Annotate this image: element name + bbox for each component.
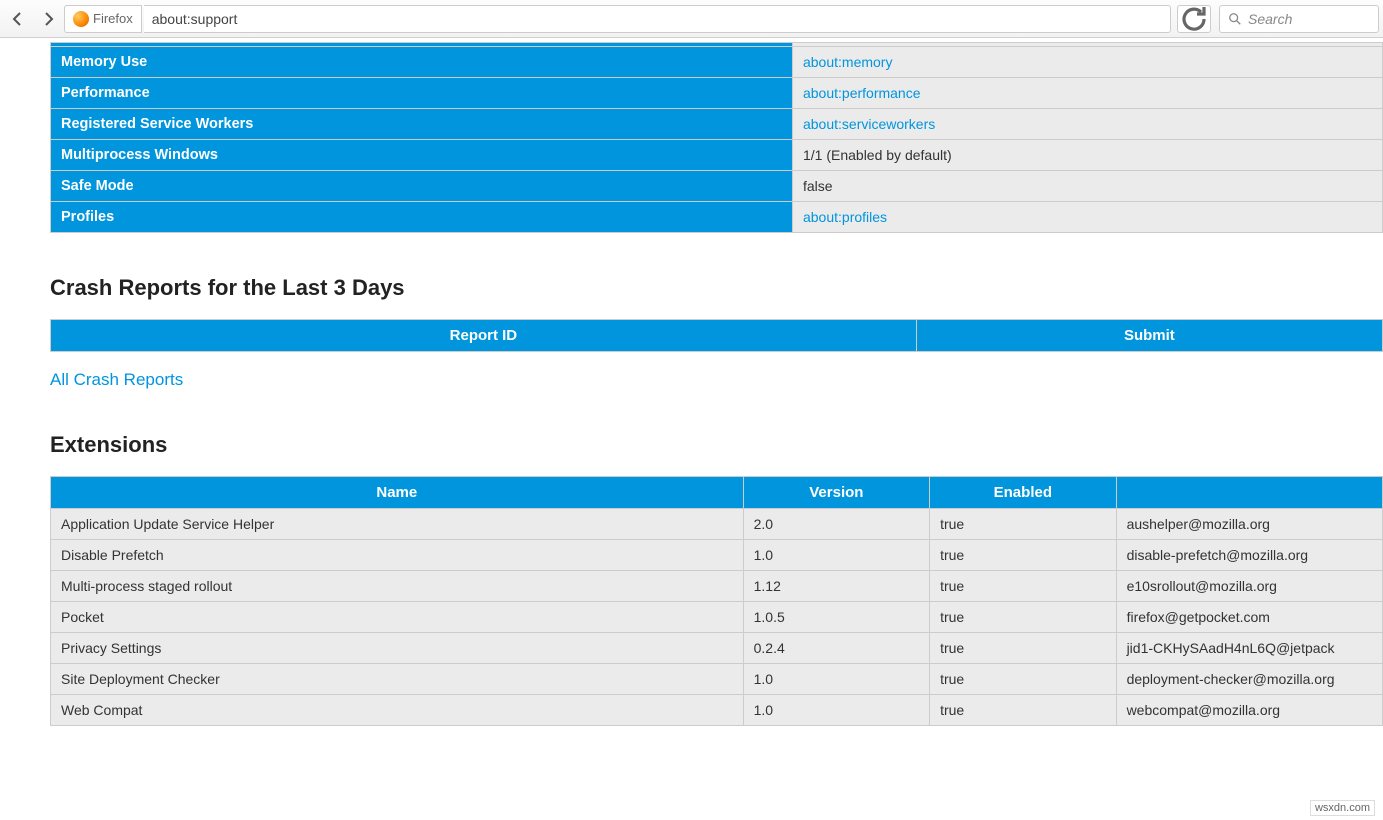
app-basics-label: Performance	[51, 78, 793, 109]
ext-cell-enabled: true	[930, 509, 1116, 540]
app-basics-label: Multiprocess Windows	[51, 140, 793, 171]
app-basics-row: Performance about:performance	[51, 78, 1383, 109]
ext-cell-enabled: true	[930, 571, 1116, 602]
crash-reports-table: Report ID Submit	[50, 319, 1383, 352]
app-basics-row: Registered Service Workers about:servicew…	[51, 109, 1383, 140]
ext-cell-name: Pocket	[51, 602, 744, 633]
app-basics-link[interactable]: about:performance	[803, 85, 921, 101]
application-basics-table: Memory Use about:memory Performance about:p…	[50, 42, 1383, 233]
ext-cell-id: deployment-checker@mozilla.org	[1116, 664, 1382, 695]
app-basics-label: Memory Use	[51, 47, 793, 78]
ext-col-enabled: Enabled	[930, 477, 1116, 509]
app-basics-row: Multiprocess Windows1/1 (Enabled by defa…	[51, 140, 1383, 171]
ext-cell-id: firefox@getpocket.com	[1116, 602, 1382, 633]
extensions-table: Name Version Enabled Application Update …	[50, 476, 1383, 726]
extension-row: Web Compat1.0truewebcompat@mozilla.org	[51, 695, 1383, 726]
app-basics-row: Memory Use about:memory	[51, 47, 1383, 78]
ext-cell-name: Disable Prefetch	[51, 540, 744, 571]
ext-cell-name: Web Compat	[51, 695, 744, 726]
forward-button[interactable]	[34, 5, 62, 33]
reload-button[interactable]	[1177, 5, 1211, 33]
ext-cell-enabled: true	[930, 540, 1116, 571]
ext-cell-id: aushelper@mozilla.org	[1116, 509, 1382, 540]
ext-cell-version: 1.12	[743, 571, 929, 602]
crash-col-submitted: Submit	[916, 320, 1382, 352]
ext-cell-version: 1.0.5	[743, 602, 929, 633]
url-bar[interactable]: about:support	[144, 5, 1171, 33]
app-basics-row: Profiles about:profiles	[51, 202, 1383, 233]
ext-cell-version: 0.2.4	[743, 633, 929, 664]
app-basics-label: Safe Mode	[51, 171, 793, 202]
app-basics-value: 1/1 (Enabled by default)	[792, 140, 1382, 171]
crash-col-report-id: Report ID	[51, 320, 917, 352]
app-basics-value: about:memory	[792, 47, 1382, 78]
ext-cell-id: webcompat@mozilla.org	[1116, 695, 1382, 726]
extension-row: Privacy Settings0.2.4truejid1-CKHySAadH4…	[51, 633, 1383, 664]
ext-cell-version: 2.0	[743, 509, 929, 540]
page-content: Memory Use about:memory Performance about:p…	[0, 42, 1383, 756]
url-text: about:support	[152, 11, 238, 27]
ext-cell-enabled: true	[930, 602, 1116, 633]
extensions-heading: Extensions	[50, 432, 1383, 458]
ext-col-name: Name	[51, 477, 744, 509]
ext-cell-version: 1.0	[743, 695, 929, 726]
ext-cell-id: disable-prefetch@mozilla.org	[1116, 540, 1382, 571]
extension-row: Pocket1.0.5truefirefox@getpocket.com	[51, 602, 1383, 633]
app-basics-link[interactable]: about:memory	[803, 54, 892, 70]
search-placeholder: Search	[1248, 11, 1292, 27]
ext-cell-version: 1.0	[743, 664, 929, 695]
ext-cell-version: 1.0	[743, 540, 929, 571]
ext-cell-enabled: true	[930, 695, 1116, 726]
app-basics-row: Safe Modefalse	[51, 171, 1383, 202]
reload-icon	[1178, 3, 1210, 35]
arrow-right-icon	[40, 11, 56, 27]
browser-toolbar: Firefox about:support Search	[0, 0, 1383, 38]
ext-cell-id: e10srollout@mozilla.org	[1116, 571, 1382, 602]
app-basics-value: false	[792, 171, 1382, 202]
toolbar-search[interactable]: Search	[1219, 5, 1379, 33]
app-basics-value: about:profiles	[792, 202, 1382, 233]
ext-cell-name: Application Update Service Helper	[51, 509, 744, 540]
ext-cell-name: Site Deployment Checker	[51, 664, 744, 695]
all-crash-reports-link[interactable]: All Crash Reports	[50, 370, 183, 389]
extension-row: Multi-process staged rollout1.12truee10s…	[51, 571, 1383, 602]
firefox-icon	[73, 11, 89, 27]
app-basics-label: Registered Service Workers	[51, 109, 793, 140]
arrow-left-icon	[10, 11, 26, 27]
search-icon	[1228, 12, 1242, 26]
crash-reports-heading: Crash Reports for the Last 3 Days	[50, 275, 1383, 301]
ext-cell-enabled: true	[930, 664, 1116, 695]
extension-row: Site Deployment Checker1.0truedeployment…	[51, 664, 1383, 695]
ext-cell-name: Multi-process staged rollout	[51, 571, 744, 602]
extension-row: Disable Prefetch1.0truedisable-prefetch@…	[51, 540, 1383, 571]
url-identity[interactable]: Firefox	[64, 5, 142, 33]
app-basics-value: about:serviceworkers	[792, 109, 1382, 140]
back-button[interactable]	[4, 5, 32, 33]
attribution-text: wsxdn.com	[1310, 800, 1375, 816]
ext-cell-enabled: true	[930, 633, 1116, 664]
app-basics-link[interactable]: about:profiles	[803, 209, 887, 225]
ext-cell-name: Privacy Settings	[51, 633, 744, 664]
app-basics-link[interactable]: about:serviceworkers	[803, 116, 935, 132]
ext-col-id	[1116, 477, 1382, 509]
app-basics-label: Profiles	[51, 202, 793, 233]
ext-cell-id: jid1-CKHySAadH4nL6Q@jetpack	[1116, 633, 1382, 664]
ext-col-version: Version	[743, 477, 929, 509]
app-basics-value: about:performance	[792, 78, 1382, 109]
extension-row: Application Update Service Helper2.0true…	[51, 509, 1383, 540]
identity-label: Firefox	[93, 11, 133, 26]
